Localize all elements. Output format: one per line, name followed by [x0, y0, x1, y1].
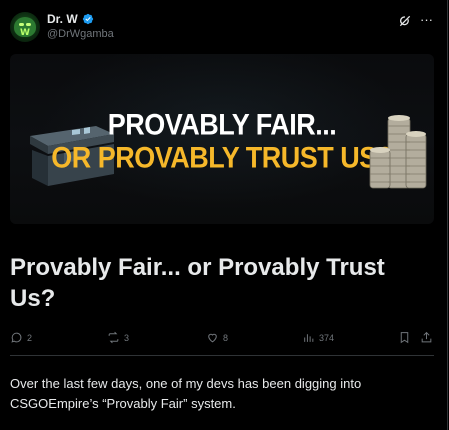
more-icon[interactable]: ···: [420, 13, 434, 28]
bookmark-button[interactable]: [398, 331, 411, 344]
heart-icon: [208, 333, 217, 343]
action-bar: 2 3 8 374: [10, 331, 434, 347]
coins-illustration: [369, 115, 427, 189]
author-handle[interactable]: @DrWgamba: [47, 28, 114, 40]
reply-count: 2: [27, 332, 33, 343]
views-chart-icon: [304, 334, 314, 342]
avatar-mark: W: [20, 28, 30, 38]
post-article: W Dr. W @DrWgamba ··· PROVABLY FAIR... O…: [0, 0, 448, 430]
article-banner-image[interactable]: PROVABLY FAIR... OR PROVABLY TRUST US?: [10, 54, 434, 224]
author-name[interactable]: Dr. W: [47, 12, 78, 26]
author-name-row[interactable]: Dr. W: [47, 12, 94, 26]
divider: [10, 355, 434, 356]
repost-count: 3: [124, 332, 130, 343]
repost-button[interactable]: 3: [107, 331, 129, 344]
avatar-eye-left: [19, 23, 24, 26]
share-icon: [421, 331, 432, 343]
share-button[interactable]: [420, 331, 433, 344]
verified-badge-icon: [82, 13, 93, 25]
reply-button[interactable]: 2: [10, 331, 32, 344]
views-button[interactable]: 374: [302, 331, 334, 344]
like-button[interactable]: 8: [206, 331, 228, 344]
bookmark-icon: [400, 332, 409, 344]
reply-icon: [11, 332, 22, 343]
avatar-eye-right: [26, 23, 31, 26]
article-body-text: Over the last few days, one of my devs h…: [10, 376, 362, 411]
grok-icon[interactable]: [398, 14, 412, 28]
repost-icon: [108, 331, 119, 344]
avatar[interactable]: W: [10, 12, 40, 42]
article-title[interactable]: Provably Fair... or Provably Trust Us?: [10, 252, 430, 314]
views-count: 374: [319, 332, 335, 343]
like-count: 8: [223, 332, 229, 343]
